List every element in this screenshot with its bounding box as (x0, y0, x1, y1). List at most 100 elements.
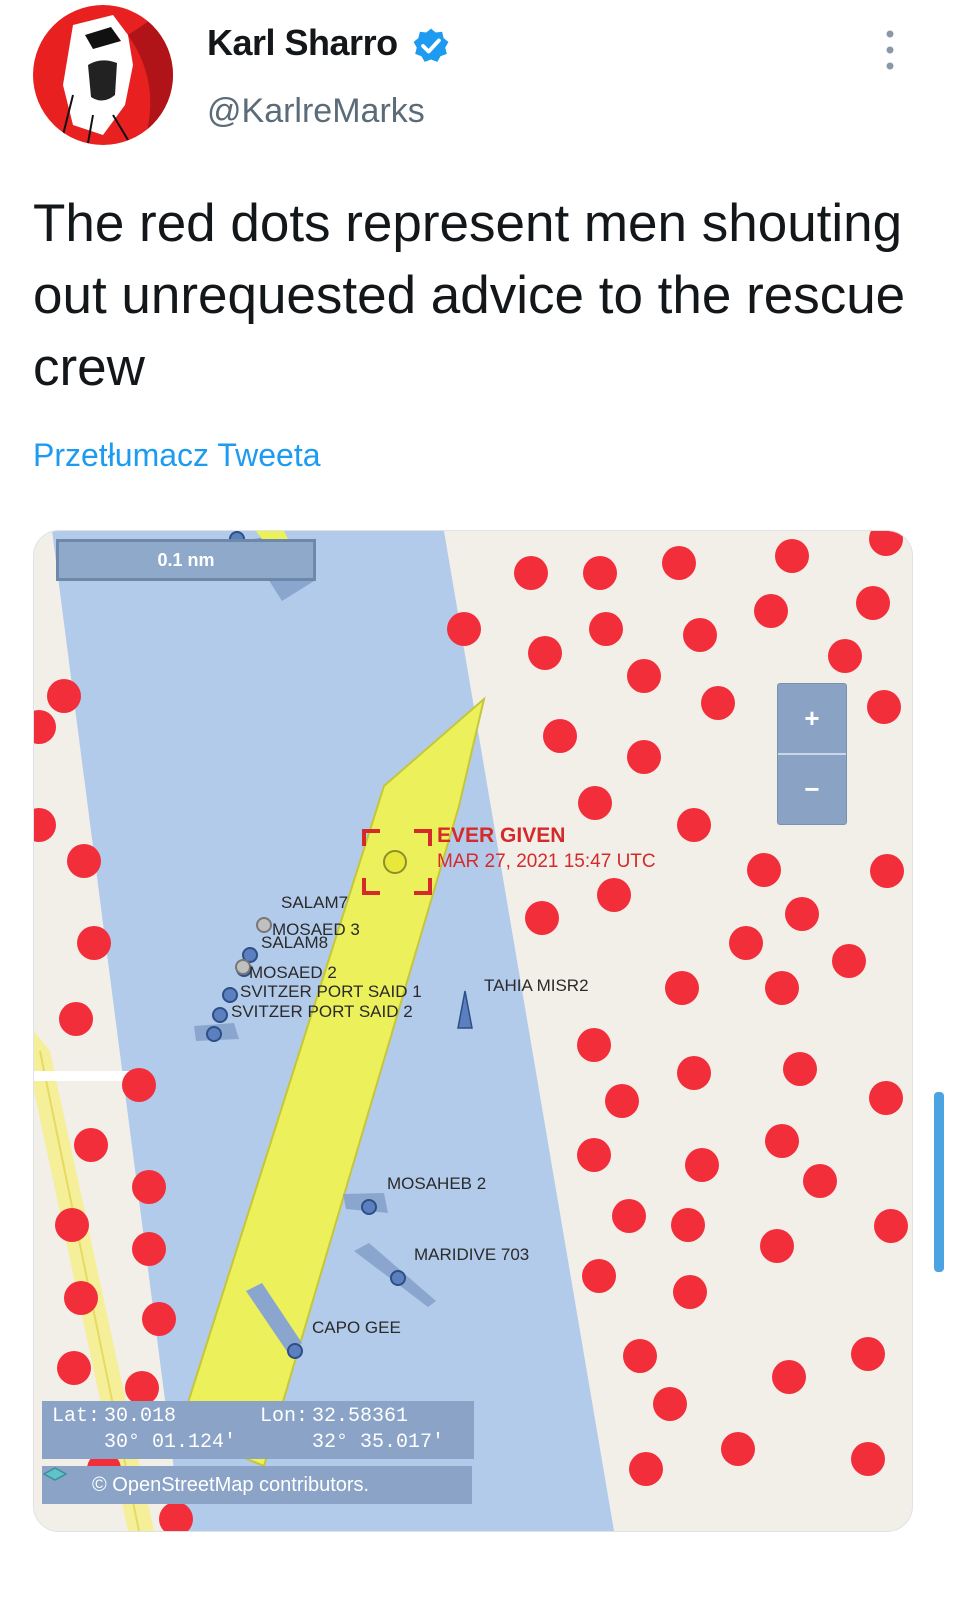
author-handle[interactable]: @KarlreMarks (207, 92, 425, 131)
red-dot (142, 1302, 176, 1336)
map-canvas (34, 531, 908, 1531)
scroll-indicator[interactable] (934, 1092, 944, 1272)
red-dot (125, 1371, 159, 1405)
red-dot (653, 1387, 687, 1421)
more-options-icon[interactable] (880, 28, 900, 72)
zoom-out-button[interactable]: − (778, 755, 846, 824)
author-name[interactable]: Karl Sharro (207, 22, 398, 64)
red-dot (528, 636, 562, 670)
red-dot (851, 1442, 885, 1476)
red-dot (685, 1148, 719, 1182)
side-road (34, 1071, 129, 1081)
red-dot (57, 1351, 91, 1385)
red-dot (677, 808, 711, 842)
red-dot (765, 971, 799, 1005)
red-dot (869, 1081, 903, 1115)
vessel-label: TAHIA MISR2 (484, 976, 589, 995)
red-dot (869, 531, 903, 556)
red-dot (772, 1360, 806, 1394)
red-dot (47, 679, 81, 713)
red-dot (77, 926, 111, 960)
red-dot (673, 1275, 707, 1309)
red-dot (543, 719, 577, 753)
red-dot (677, 1056, 711, 1090)
ever-given-marker (383, 850, 407, 874)
vessel-label: SALAM7 (281, 893, 349, 912)
vessel-label: SVITZER PORT SAID 2 (231, 1002, 413, 1021)
red-dot (627, 659, 661, 693)
red-dot (629, 1452, 663, 1486)
red-dot (874, 1209, 908, 1243)
vessel-label: MOSAED 2 (249, 963, 337, 982)
red-dot (870, 854, 904, 888)
lat-value: 30.018 (104, 1405, 177, 1428)
map-attribution: © OpenStreetMap contributors. (42, 1466, 472, 1504)
red-dot (851, 1337, 885, 1371)
avatar-illustration (62, 5, 173, 145)
ship-name-label: EVER GIVEN (437, 824, 566, 847)
lat-dms: 30° 01.124′ (104, 1431, 237, 1454)
red-dot (612, 1199, 646, 1233)
red-dot (867, 690, 901, 724)
red-dot (754, 594, 788, 628)
red-dot (856, 586, 890, 620)
red-dot (665, 971, 699, 1005)
red-dot (67, 844, 101, 878)
red-dot (760, 1229, 794, 1263)
translate-tweet-link[interactable]: Przetłumacz Tweeta (33, 437, 321, 474)
red-dot (34, 710, 56, 744)
vessel-label: MOSAHEB 2 (387, 1174, 487, 1193)
red-dot (589, 612, 623, 646)
lon-label: Lon: (260, 1405, 309, 1428)
red-dot (578, 786, 612, 820)
verified-badge-icon (413, 28, 449, 62)
coordinates-readout: Lat: 30.018 30° 01.124′ Lon: 32.58361 32… (42, 1401, 474, 1459)
red-dot (701, 686, 735, 720)
red-dot (783, 1052, 817, 1086)
ship-timestamp: MAR 27, 2021 15:47 UTC (437, 851, 656, 872)
tweet-image-map[interactable]: 0.1 nm + − EVER GIVEN MAR 27, 2021 15:47… (33, 530, 913, 1532)
zoom-controls: + − (777, 683, 847, 825)
lon-dms: 32° 35.017′ (312, 1431, 445, 1454)
vessel-label: CAPO GEE (312, 1318, 401, 1337)
author-avatar[interactable] (33, 5, 173, 145)
red-dot (525, 901, 559, 935)
red-dot (514, 556, 548, 590)
zoom-in-button[interactable]: + (778, 684, 846, 753)
red-dot (662, 546, 696, 580)
red-dot (785, 897, 819, 931)
red-dot (34, 808, 56, 842)
vessel-label: SVITZER PORT SAID 1 (240, 982, 422, 1001)
red-dot (803, 1164, 837, 1198)
red-dot (832, 944, 866, 978)
red-dot (59, 1002, 93, 1036)
red-dot (729, 926, 763, 960)
red-dot (765, 1124, 799, 1158)
lon-value: 32.58361 (312, 1405, 409, 1428)
red-dot (721, 1432, 755, 1466)
red-dot (671, 1208, 705, 1242)
red-dot (582, 1259, 616, 1293)
red-dot (828, 639, 862, 673)
lat-label: Lat: (52, 1405, 101, 1428)
red-dot (623, 1339, 657, 1373)
red-dot (132, 1170, 166, 1204)
red-dot (605, 1084, 639, 1118)
red-dot (577, 1138, 611, 1172)
red-dot (597, 878, 631, 912)
red-dot (64, 1281, 98, 1315)
tweet-text: The red dots represent men shouting out … (33, 194, 906, 397)
red-dot (577, 1028, 611, 1062)
red-dot (122, 1068, 156, 1102)
red-dot (775, 539, 809, 573)
vessel-label: SALAM8 (261, 933, 329, 952)
red-dot (627, 740, 661, 774)
red-dot (74, 1128, 108, 1162)
red-dot (447, 612, 481, 646)
red-dot (747, 853, 781, 887)
red-dot (583, 556, 617, 590)
red-dot (55, 1208, 89, 1242)
vessel-label: MARIDIVE 703 (414, 1245, 530, 1264)
red-dot (683, 618, 717, 652)
layers-icon[interactable] (42, 1467, 84, 1494)
